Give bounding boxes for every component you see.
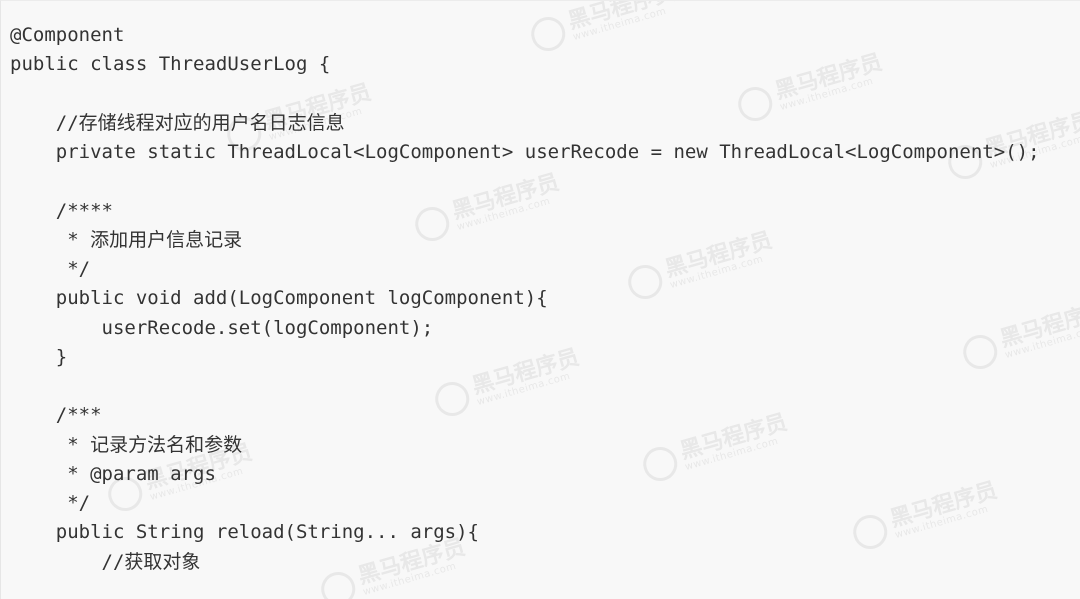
code-line-doc-comment: * 记录方法名和参数 [10, 433, 243, 456]
code-block: 黑马程序员 www.itheima.com 黑马程序员 www.itheima.co… [0, 0, 1080, 599]
code-line-doc-comment: * 添加用户信息记录 [10, 228, 243, 251]
code-line-comment: //获取对象 [10, 550, 201, 573]
code-line-closing-brace: } [10, 345, 68, 368]
code-line-doc-comment: * @param args [10, 462, 216, 485]
code-line-class-declaration: public class ThreadUserLog { [10, 53, 331, 76]
code-line-method-declaration: public String reload(String... args){ [10, 521, 479, 544]
code-line-field-declaration: private static ThreadLocal<LogComponent>… [10, 141, 1040, 163]
code-line-method-declaration: public void add(LogComponent logComponen… [10, 287, 548, 310]
code-line-statement: userRecode.set(logComponent); [10, 316, 434, 339]
code-line-annotation: @Component [10, 24, 125, 46]
code-line-doc-comment: /*** [10, 404, 102, 427]
code-line-doc-comment: */ [10, 258, 91, 280]
code-line-doc-comment: /**** [10, 199, 113, 222]
code-line-comment: //存储线程对应的用户名日志信息 [10, 111, 345, 134]
code-line-doc-comment: */ [10, 492, 91, 514]
